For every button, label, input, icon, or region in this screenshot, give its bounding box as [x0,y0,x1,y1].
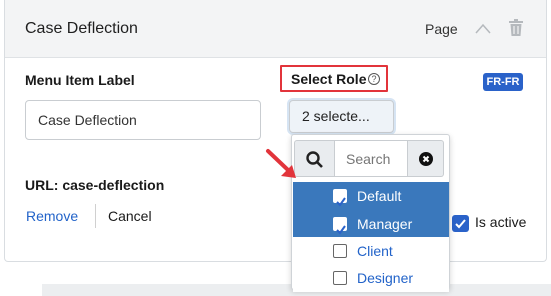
arrow-annotation [266,149,296,178]
is-active-checkbox[interactable] [452,215,469,232]
select-role-highlight: Select Role ? [280,65,388,92]
clear-search-button[interactable] [408,140,444,177]
select-role-label: Select Role [291,71,367,87]
checkbox-icon[interactable] [333,244,347,258]
role-option-designer[interactable]: Designer [293,264,449,292]
action-divider [95,204,96,228]
clear-icon [419,152,433,166]
trash-icon[interactable] [508,19,524,37]
chevron-up-icon[interactable] [475,21,491,37]
item-type-label: Page [425,21,458,37]
role-option-manager[interactable]: Manager [293,210,449,238]
role-dropdown-toggle[interactable]: 2 selecte... [289,100,394,133]
checkbox-icon[interactable] [333,271,347,285]
cancel-button[interactable]: Cancel [108,208,152,224]
role-option-label: Client [357,243,393,259]
role-dropdown-menu: Default Manager Client Designer [291,134,450,292]
url-label: URL: case-deflection [25,177,165,193]
menu-item-panel: Case Deflection Page Menu Item Label Sel… [4,0,547,262]
is-active-label: Is active [475,214,527,230]
role-search-row [294,140,447,177]
checkbox-icon[interactable] [333,189,347,207]
menu-item-label-heading: Menu Item Label [25,72,135,88]
panel-title: Case Deflection [25,20,138,37]
checkmark-icon [455,219,466,229]
help-icon[interactable]: ? [368,73,380,85]
checkbox-icon[interactable] [333,217,347,235]
menu-item-label-input[interactable] [25,100,261,140]
remove-link[interactable]: Remove [26,208,78,224]
locale-badge: FR-FR [483,73,523,91]
role-option-label: Designer [357,270,414,286]
role-search-input[interactable] [334,140,408,177]
role-option-default[interactable]: Default [293,182,449,210]
role-option-label: Manager [357,216,413,232]
panel-header: Case Deflection Page [5,0,546,58]
role-option-label: Default [357,188,402,204]
role-option-client[interactable]: Client [293,237,449,265]
